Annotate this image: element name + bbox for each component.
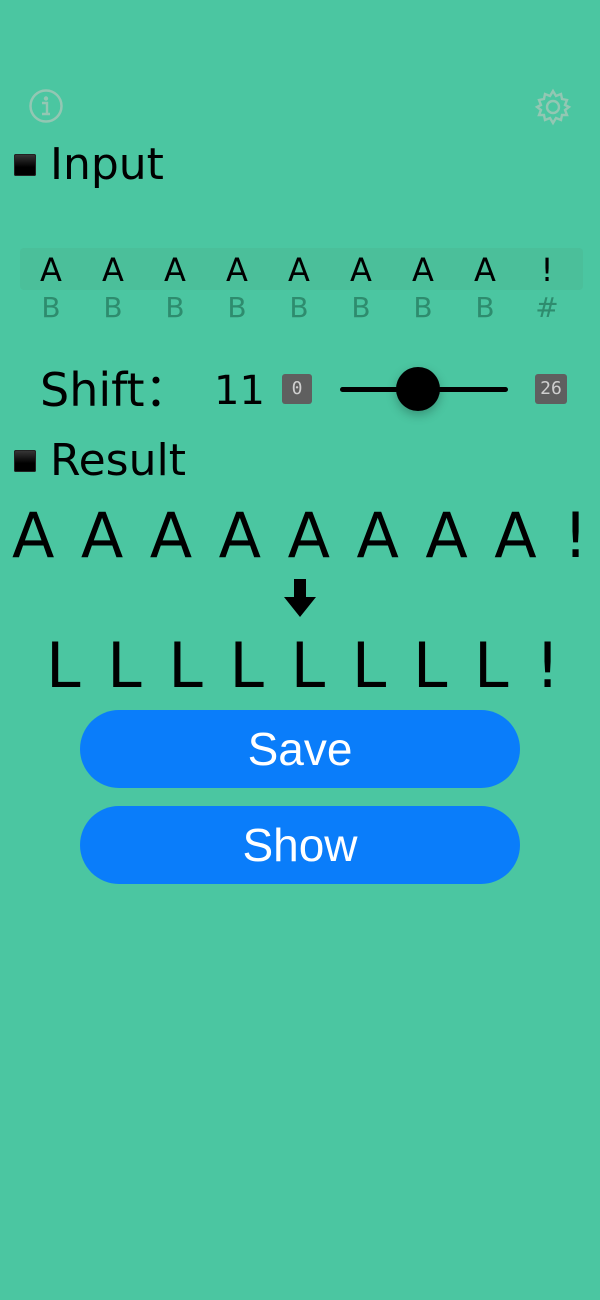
result-title-label: Result bbox=[50, 435, 186, 486]
input-cell[interactable]: A B bbox=[20, 250, 82, 326]
output-char: L bbox=[290, 629, 326, 702]
result-output-text: L L L L L L L L ! bbox=[0, 628, 600, 704]
input-title-label: Input bbox=[50, 139, 164, 190]
input-char-alt: B bbox=[165, 291, 185, 324]
output-char: L bbox=[473, 629, 509, 702]
slider-max-badge: 26 bbox=[535, 374, 567, 404]
input-char: A bbox=[164, 251, 186, 289]
result-section-title: Result bbox=[14, 436, 186, 486]
input-cell[interactable]: A B bbox=[392, 250, 454, 326]
source-char: ! bbox=[563, 499, 588, 572]
input-cell[interactable]: A B bbox=[206, 250, 268, 326]
output-char: ! bbox=[535, 629, 560, 702]
output-char: L bbox=[107, 629, 142, 702]
input-char: A bbox=[350, 251, 372, 289]
input-char-alt: B bbox=[413, 291, 433, 324]
input-char: A bbox=[226, 251, 248, 289]
input-char-alt: B bbox=[351, 291, 371, 324]
input-section-title: Input bbox=[14, 140, 164, 190]
input-char: A bbox=[412, 251, 434, 289]
input-char: A bbox=[288, 251, 310, 289]
shift-slider-thumb[interactable] bbox=[396, 367, 440, 411]
section-square-icon bbox=[14, 450, 36, 472]
input-char: A bbox=[40, 251, 62, 289]
input-char-alt: B bbox=[227, 291, 247, 324]
source-char: A bbox=[80, 499, 124, 572]
slider-min-badge: 0 bbox=[282, 374, 312, 404]
input-char-alt: # bbox=[535, 291, 559, 324]
input-char: A bbox=[474, 251, 496, 289]
output-char: L bbox=[229, 629, 264, 702]
input-char-alt: B bbox=[103, 291, 123, 324]
input-cell[interactable]: A B bbox=[82, 250, 144, 326]
input-char-alt: B bbox=[475, 291, 495, 324]
output-char: L bbox=[412, 629, 448, 702]
input-char-alt: B bbox=[289, 291, 309, 324]
arrow-down-icon bbox=[281, 577, 319, 619]
source-char: A bbox=[218, 499, 262, 572]
shift-value: 11 bbox=[214, 368, 265, 414]
gear-icon[interactable] bbox=[534, 88, 572, 126]
source-char: A bbox=[287, 499, 330, 572]
result-source-text: A A A A A A A A ! bbox=[0, 498, 600, 574]
input-cell[interactable]: ! # bbox=[516, 250, 578, 326]
save-button[interactable]: Save bbox=[80, 710, 520, 788]
input-cell[interactable]: A B bbox=[268, 250, 330, 326]
source-char: A bbox=[425, 499, 468, 572]
output-char: L bbox=[351, 629, 387, 702]
input-char-alt: B bbox=[41, 291, 61, 324]
shift-label: Shift： bbox=[40, 363, 191, 417]
source-char: A bbox=[494, 499, 537, 572]
show-button[interactable]: Show bbox=[80, 806, 520, 884]
source-char: A bbox=[12, 499, 55, 572]
section-square-icon bbox=[14, 154, 36, 176]
source-char: A bbox=[149, 499, 193, 572]
info-icon[interactable] bbox=[28, 88, 64, 124]
input-character-row[interactable]: A B A B A B A B A B A B A B A B ! # bbox=[20, 250, 583, 326]
input-cell[interactable]: A B bbox=[330, 250, 392, 326]
output-char: L bbox=[46, 629, 81, 702]
input-char: ! bbox=[540, 251, 554, 289]
output-char: L bbox=[168, 629, 203, 702]
input-cell[interactable]: A B bbox=[454, 250, 516, 326]
input-cell[interactable]: A B bbox=[144, 250, 206, 326]
input-char: A bbox=[102, 251, 124, 289]
source-char: A bbox=[356, 499, 399, 572]
